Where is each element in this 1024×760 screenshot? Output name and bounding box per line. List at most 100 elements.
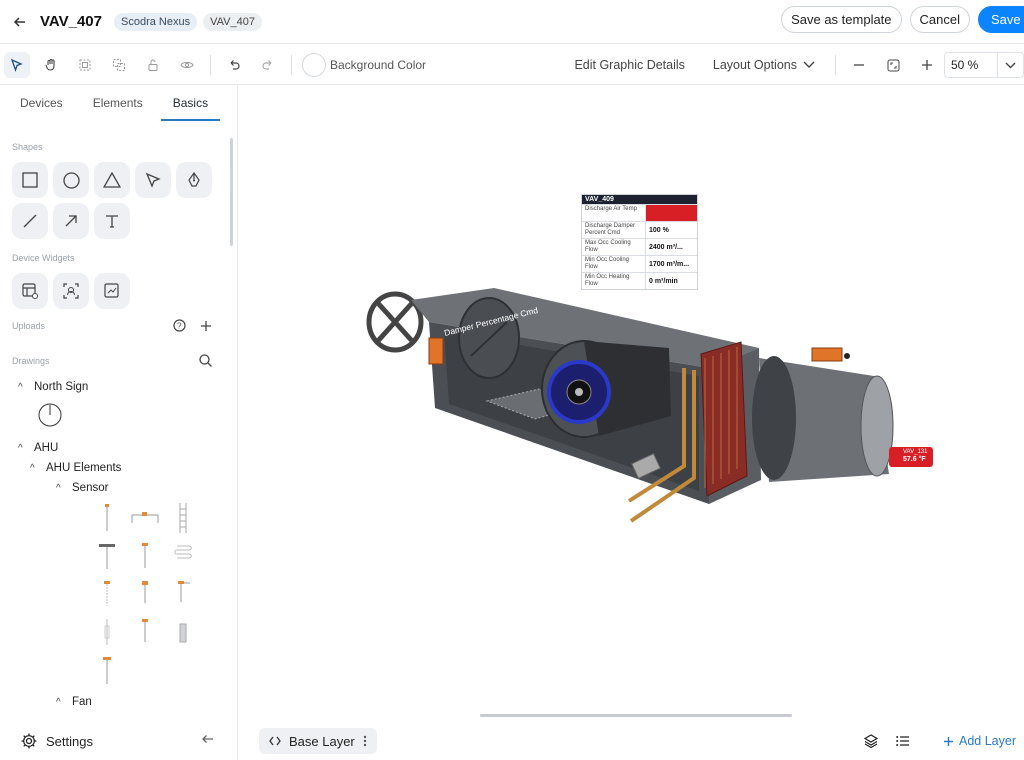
sensor-thumbnail[interactable] (164, 503, 202, 533)
zoom-level-input[interactable]: 50 % (944, 52, 998, 78)
tree-item-sensor[interactable]: ^ Sensor (56, 478, 232, 498)
undo-icon (230, 59, 240, 70)
pen-shape-button[interactable] (176, 162, 212, 198)
tree-item-fan[interactable]: ^ Fan (56, 692, 232, 712)
zoom-out-button[interactable] (842, 45, 876, 85)
more-vertical-icon[interactable] (363, 735, 367, 747)
sensor-thumbnail[interactable] (126, 542, 164, 570)
chevron-up-icon: ^ (18, 381, 23, 393)
help-icon[interactable]: ? (173, 319, 186, 332)
search-icon[interactable] (199, 354, 212, 367)
gear-icon (21, 733, 37, 749)
lock-tool[interactable] (136, 45, 170, 85)
damper-actuator (428, 337, 444, 365)
sensor-thumbnail[interactable] (164, 542, 202, 570)
device-widgets-label: Device Widgets (12, 253, 75, 263)
sensor-thumbnail[interactable] (126, 580, 164, 608)
tree-item-label: AHU (34, 442, 59, 454)
table-title: VAV_409 (582, 195, 697, 204)
tree-item-label: North Sign (34, 381, 89, 393)
ungroup-tool[interactable] (102, 45, 136, 85)
add-layer-button[interactable]: Add Layer (943, 734, 1016, 748)
text-shape-button[interactable] (94, 203, 130, 239)
uploads-label: Uploads (12, 320, 46, 331)
unlock-icon (148, 59, 158, 71)
triangle-shape-button[interactable] (94, 162, 130, 198)
device-chip: VAV_407 (203, 12, 262, 31)
sidebar: Devices Elements Basics Shapes Device Wi… (0, 86, 238, 760)
tree-item-label: Fan (72, 696, 92, 708)
list-icon[interactable] (896, 735, 910, 747)
row-label: Max Occ Cooling Flow (582, 239, 646, 255)
sensor-thumbnail[interactable] (88, 580, 126, 608)
sensor-thumbnail[interactable] (88, 618, 126, 646)
tab-basics[interactable]: Basics (160, 86, 221, 121)
arrow-shape-button[interactable] (53, 203, 89, 239)
sensor-thumbnail[interactable] (164, 580, 202, 608)
cancel-button[interactable]: Cancel (909, 6, 970, 33)
row-label: Discharge Air Temp (582, 205, 646, 221)
layout-options-dropdown[interactable]: Layout Options (713, 58, 815, 72)
canvas-horizontal-scrollbar[interactable] (480, 714, 792, 717)
add-layer-label: Add Layer (959, 734, 1016, 748)
polyline-shape-button[interactable] (135, 162, 171, 198)
sensor-thumbnail[interactable] (88, 542, 126, 570)
color-swatch (302, 52, 326, 77)
pan-tool[interactable] (34, 45, 68, 85)
undo-button[interactable] (217, 45, 251, 85)
sensor-thumbnails (88, 503, 232, 684)
device-data-table[interactable]: VAV_409 Discharge Air Temp 61.6 °F Disch… (581, 194, 698, 290)
circle-icon (62, 171, 80, 189)
visibility-tool[interactable] (170, 45, 204, 85)
tree-item-ahu-elements[interactable]: ^ AHU Elements (30, 458, 232, 478)
base-layer-button[interactable]: Base Layer (259, 728, 377, 754)
sensor-thumbnail[interactable] (126, 504, 164, 532)
line-shape-button[interactable] (12, 203, 48, 239)
back-button[interactable] (0, 0, 40, 44)
tree-item-north-sign[interactable]: ^ North Sign (18, 377, 232, 397)
vav-unit-3d-drawing[interactable]: Damper Percentage Cmd (239, 86, 1024, 716)
sensor-thumbnail[interactable] (126, 618, 164, 646)
sensor-thumbnail[interactable] (164, 618, 202, 646)
tree-item-label: AHU Elements (46, 462, 122, 474)
rectangle-shape-button[interactable] (12, 162, 48, 198)
redo-button[interactable] (251, 45, 285, 85)
layer-bar: Base Layer Add Layer (239, 722, 1024, 760)
sensor-thumbnail[interactable] (88, 504, 126, 532)
zoom-dropdown[interactable] (998, 52, 1024, 78)
select-tool[interactable] (0, 45, 34, 85)
table-widget-button[interactable] (12, 273, 48, 309)
sidebar-content: Shapes Device Widgets Uploads ? Drawings… (0, 134, 232, 714)
layers-icon[interactable] (864, 734, 879, 748)
fit-to-screen-button[interactable] (876, 45, 910, 85)
north-sign-thumbnail[interactable] (38, 403, 232, 430)
row-value: 0 m³/min (649, 277, 678, 285)
vav-temp-badge[interactable]: VAV_131 57.6 °F (889, 447, 933, 467)
chevron-down-icon (803, 61, 815, 68)
background-color-label: Background Color (330, 57, 427, 72)
tab-devices[interactable]: Devices (8, 86, 75, 121)
device-widget-button[interactable] (53, 273, 89, 309)
graphic-canvas[interactable]: Damper Percentage Cmd VAV_409 Discharge … (239, 86, 1024, 716)
vav-badge-temp: 57.6 °F (903, 456, 926, 463)
settings-button[interactable]: Settings (0, 722, 238, 760)
ungroup-icon (113, 58, 125, 71)
chart-widget-button[interactable] (94, 273, 130, 309)
circle-shape-button[interactable] (53, 162, 89, 198)
background-color-picker[interactable]: Background Color (302, 52, 427, 77)
shapes-label: Shapes (12, 142, 43, 152)
tree-item-ahu[interactable]: ^ AHU (18, 438, 232, 458)
chevron-up-icon: ^ (30, 462, 35, 474)
save-button[interactable]: Save (978, 6, 1024, 33)
plus-icon[interactable] (200, 320, 212, 332)
save-as-template-button[interactable]: Save as template (781, 6, 902, 33)
collapse-sidebar-button[interactable] (202, 733, 214, 748)
divider (835, 55, 836, 75)
device-widgets-grid (12, 273, 232, 309)
tab-elements[interactable]: Elements (81, 86, 155, 121)
sensor-thumbnail[interactable] (88, 656, 126, 684)
group-tool[interactable] (68, 45, 102, 85)
edit-graphic-details-link[interactable]: Edit Graphic Details (574, 58, 684, 72)
square-icon (22, 172, 38, 188)
zoom-in-button[interactable] (910, 45, 944, 85)
